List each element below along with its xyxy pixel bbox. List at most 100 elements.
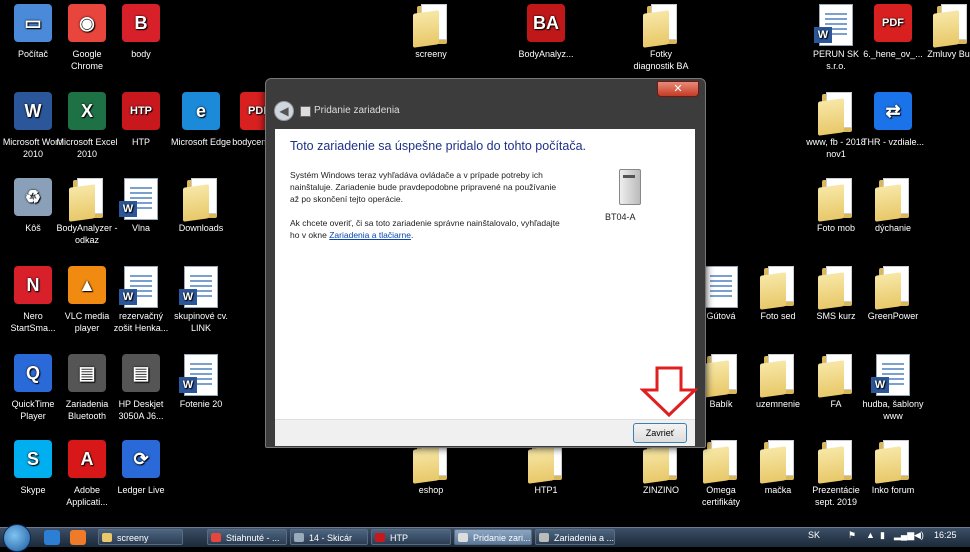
desktop-icon-label: QuickTime Player — [11, 399, 55, 421]
desktop-icon[interactable]: GreenPower — [862, 266, 924, 322]
desktop-icon-label: www, fb - 2018 nov1 — [806, 137, 866, 159]
tray-chevron-icon[interactable]: ▲ — [866, 530, 875, 540]
desktop-icon[interactable]: S Skype — [2, 440, 64, 496]
desktop-icon[interactable]: Q QuickTime Player — [2, 354, 64, 422]
desktop-icon[interactable]: uzemnenie — [747, 354, 809, 410]
desktop-icon[interactable]: Zmluvy Bug — [920, 4, 970, 60]
clock[interactable]: 16:25 — [934, 530, 957, 540]
desktop-icon-label: mačka — [764, 485, 792, 495]
desktop-icon[interactable]: SMS kurz — [805, 266, 867, 322]
chrome-icon — [211, 533, 221, 542]
word-doc-icon: W — [814, 4, 856, 46]
desktop-icon[interactable]: ⟳ Ledger Live — [110, 440, 172, 496]
desktop-icon[interactable]: Bbody — [110, 4, 172, 60]
desktop-icon[interactable]: W PERUN SK s.r.o. — [805, 4, 867, 72]
ie-icon[interactable] — [44, 530, 60, 545]
desktop-icon[interactable]: Foto sed — [747, 266, 809, 322]
recycle-bin-icon: ♻ — [13, 178, 53, 220]
start-button[interactable] — [3, 524, 31, 552]
desktop-icon[interactable]: Foto mob — [805, 178, 867, 234]
desktop-icon[interactable]: mačka — [747, 440, 809, 496]
close-button[interactable]: Zavrieť — [633, 423, 687, 443]
desktop-icon-label: BodyAnalyz... — [518, 49, 574, 59]
desktop-icon[interactable]: Omega certifikáty — [690, 440, 752, 508]
desktop-icon[interactable]: ⇄ THR - vzdiale... — [862, 92, 924, 148]
desktop-icon[interactable]: W Vlna — [110, 178, 172, 234]
desktop-icon[interactable]: dýchanie — [862, 178, 924, 234]
firefox-icon[interactable] — [70, 530, 86, 545]
desktop-icon[interactable]: X Microsoft Excel 2010 — [56, 92, 118, 160]
desktop-icon-label: HTP — [132, 137, 150, 147]
desktop-icon[interactable]: ◉ Google Chrome — [56, 4, 118, 72]
desktop-icon[interactable]: PDF 6._hene_ov_... — [862, 4, 924, 60]
desktop-icon[interactable]: screeny — [400, 4, 462, 60]
desktop-icon[interactable]: Wskupinové cv. LINK — [170, 266, 232, 334]
desktop-icon[interactable]: ZINZINO — [630, 440, 692, 496]
taskbar-task-label: Zariadenia a ... — [554, 533, 615, 543]
excel-icon: X — [67, 92, 107, 134]
taskbar-task-label: HTP — [390, 533, 408, 543]
desktop-icon[interactable]: www, fb - 2018 nov1 — [805, 92, 867, 160]
folder-icon — [873, 178, 913, 222]
desktop-icon[interactable]: BodyAnalyzer - odkaz — [56, 178, 118, 246]
folder-icon — [816, 354, 856, 398]
desktop-icon-label: hudba, šablony www — [862, 399, 924, 421]
taskbar: screeny Stiahnuté - ... 14 - Skicár HTP Prid… — [0, 524, 970, 552]
desktop-icon[interactable]: Downloads — [170, 178, 232, 234]
desktop-icon[interactable]: BA BodyAnalyz... — [515, 4, 577, 60]
taskbar-task[interactable]: Zariadenia a ... — [535, 529, 615, 545]
desktop-icon-label: eshop — [418, 485, 444, 495]
taskbar-task-label: Stiahnuté - ... — [226, 533, 280, 543]
desktop-icon[interactable]: ▭ Počítač — [2, 4, 64, 60]
htp-icon: HTP — [121, 92, 161, 134]
taskbar-task[interactable]: screeny — [98, 529, 183, 545]
desktop-icon[interactable]: ▤ HP Deskjet 3050A J6... — [110, 354, 172, 422]
desktop-icon[interactable]: Whudba, šablony www — [862, 354, 924, 422]
desktop-icon[interactable]: Wrezervačný zošit Henka... — [110, 266, 172, 334]
folder-icon — [816, 266, 856, 310]
taskbar-task[interactable]: Pridanie zari... — [454, 529, 532, 545]
desktop-icon-label: Downloads — [178, 223, 224, 233]
word-doc-icon: W — [119, 266, 161, 308]
signal-icon[interactable]: ▂▄▆ — [894, 530, 914, 541]
desktop-icon[interactable]: W Microsoft Word 2010 — [2, 92, 64, 160]
pdf-icon: PDF — [873, 4, 913, 46]
skype-icon: S — [13, 440, 53, 482]
network-icon[interactable]: ▮ — [880, 530, 885, 541]
desktop-icon[interactable]: e Microsoft Edge — [170, 92, 232, 148]
desktop-icon[interactable]: FA — [805, 354, 867, 410]
word-icon: W — [13, 92, 53, 134]
folder-icon — [816, 92, 856, 136]
desktop-icon-label: HTP1 — [534, 485, 558, 495]
desktop-icon[interactable]: HTP1 — [515, 440, 577, 496]
word-doc-icon: W — [871, 354, 913, 396]
desktop-icon-label: rezervačný zošit Henka... — [113, 311, 169, 333]
language-indicator[interactable]: SK — [808, 530, 820, 540]
desktop-icon-label: Vlna — [131, 223, 150, 233]
desktop-icon[interactable]: Fotky diagnostik BA — [630, 4, 692, 72]
body-centrum-icon: B — [121, 4, 161, 46]
close-window-button[interactable]: ✕ — [657, 81, 699, 97]
devices-and-printers-link[interactable]: Zariadenia a tlačiarne — [329, 230, 411, 240]
desktop-icon[interactable]: W Fotenie 20 — [170, 354, 232, 410]
desktop-icon[interactable]: ▤ Zariadenia Bluetooth — [56, 354, 118, 422]
back-arrow-icon[interactable]: ◀ — [274, 101, 294, 121]
taskbar-task[interactable]: Stiahnuté - ... — [207, 529, 287, 545]
desktop-icon[interactable]: HTP HTP — [110, 92, 172, 148]
desktop-icon[interactable]: Prezentácie sept. 2019 — [805, 440, 867, 508]
taskbar-task[interactable]: 14 - Skicár — [290, 529, 368, 545]
desktop-icon[interactable]: N Nero StartSma... — [2, 266, 64, 334]
desktop-icon[interactable]: ▲ VLC media player — [56, 266, 118, 334]
desktop-icon[interactable]: ♻ Kôš — [2, 178, 64, 234]
desktop-icon[interactable]: A Adobe Applicati... — [56, 440, 118, 508]
desktop-icon-label: Ledger Live — [117, 485, 165, 495]
folder-icon — [102, 533, 112, 542]
taskbar-task[interactable]: HTP — [371, 529, 451, 545]
volume-icon[interactable]: ◀) — [914, 530, 924, 541]
desktop-icon-label: Foto sed — [760, 311, 796, 321]
flag-icon[interactable]: ⚑ — [848, 530, 856, 541]
folder-icon — [641, 4, 681, 48]
desktop-icon[interactable]: eshop — [400, 440, 462, 496]
htp-icon — [375, 533, 385, 542]
desktop-icon[interactable]: Inko forum — [862, 440, 924, 496]
